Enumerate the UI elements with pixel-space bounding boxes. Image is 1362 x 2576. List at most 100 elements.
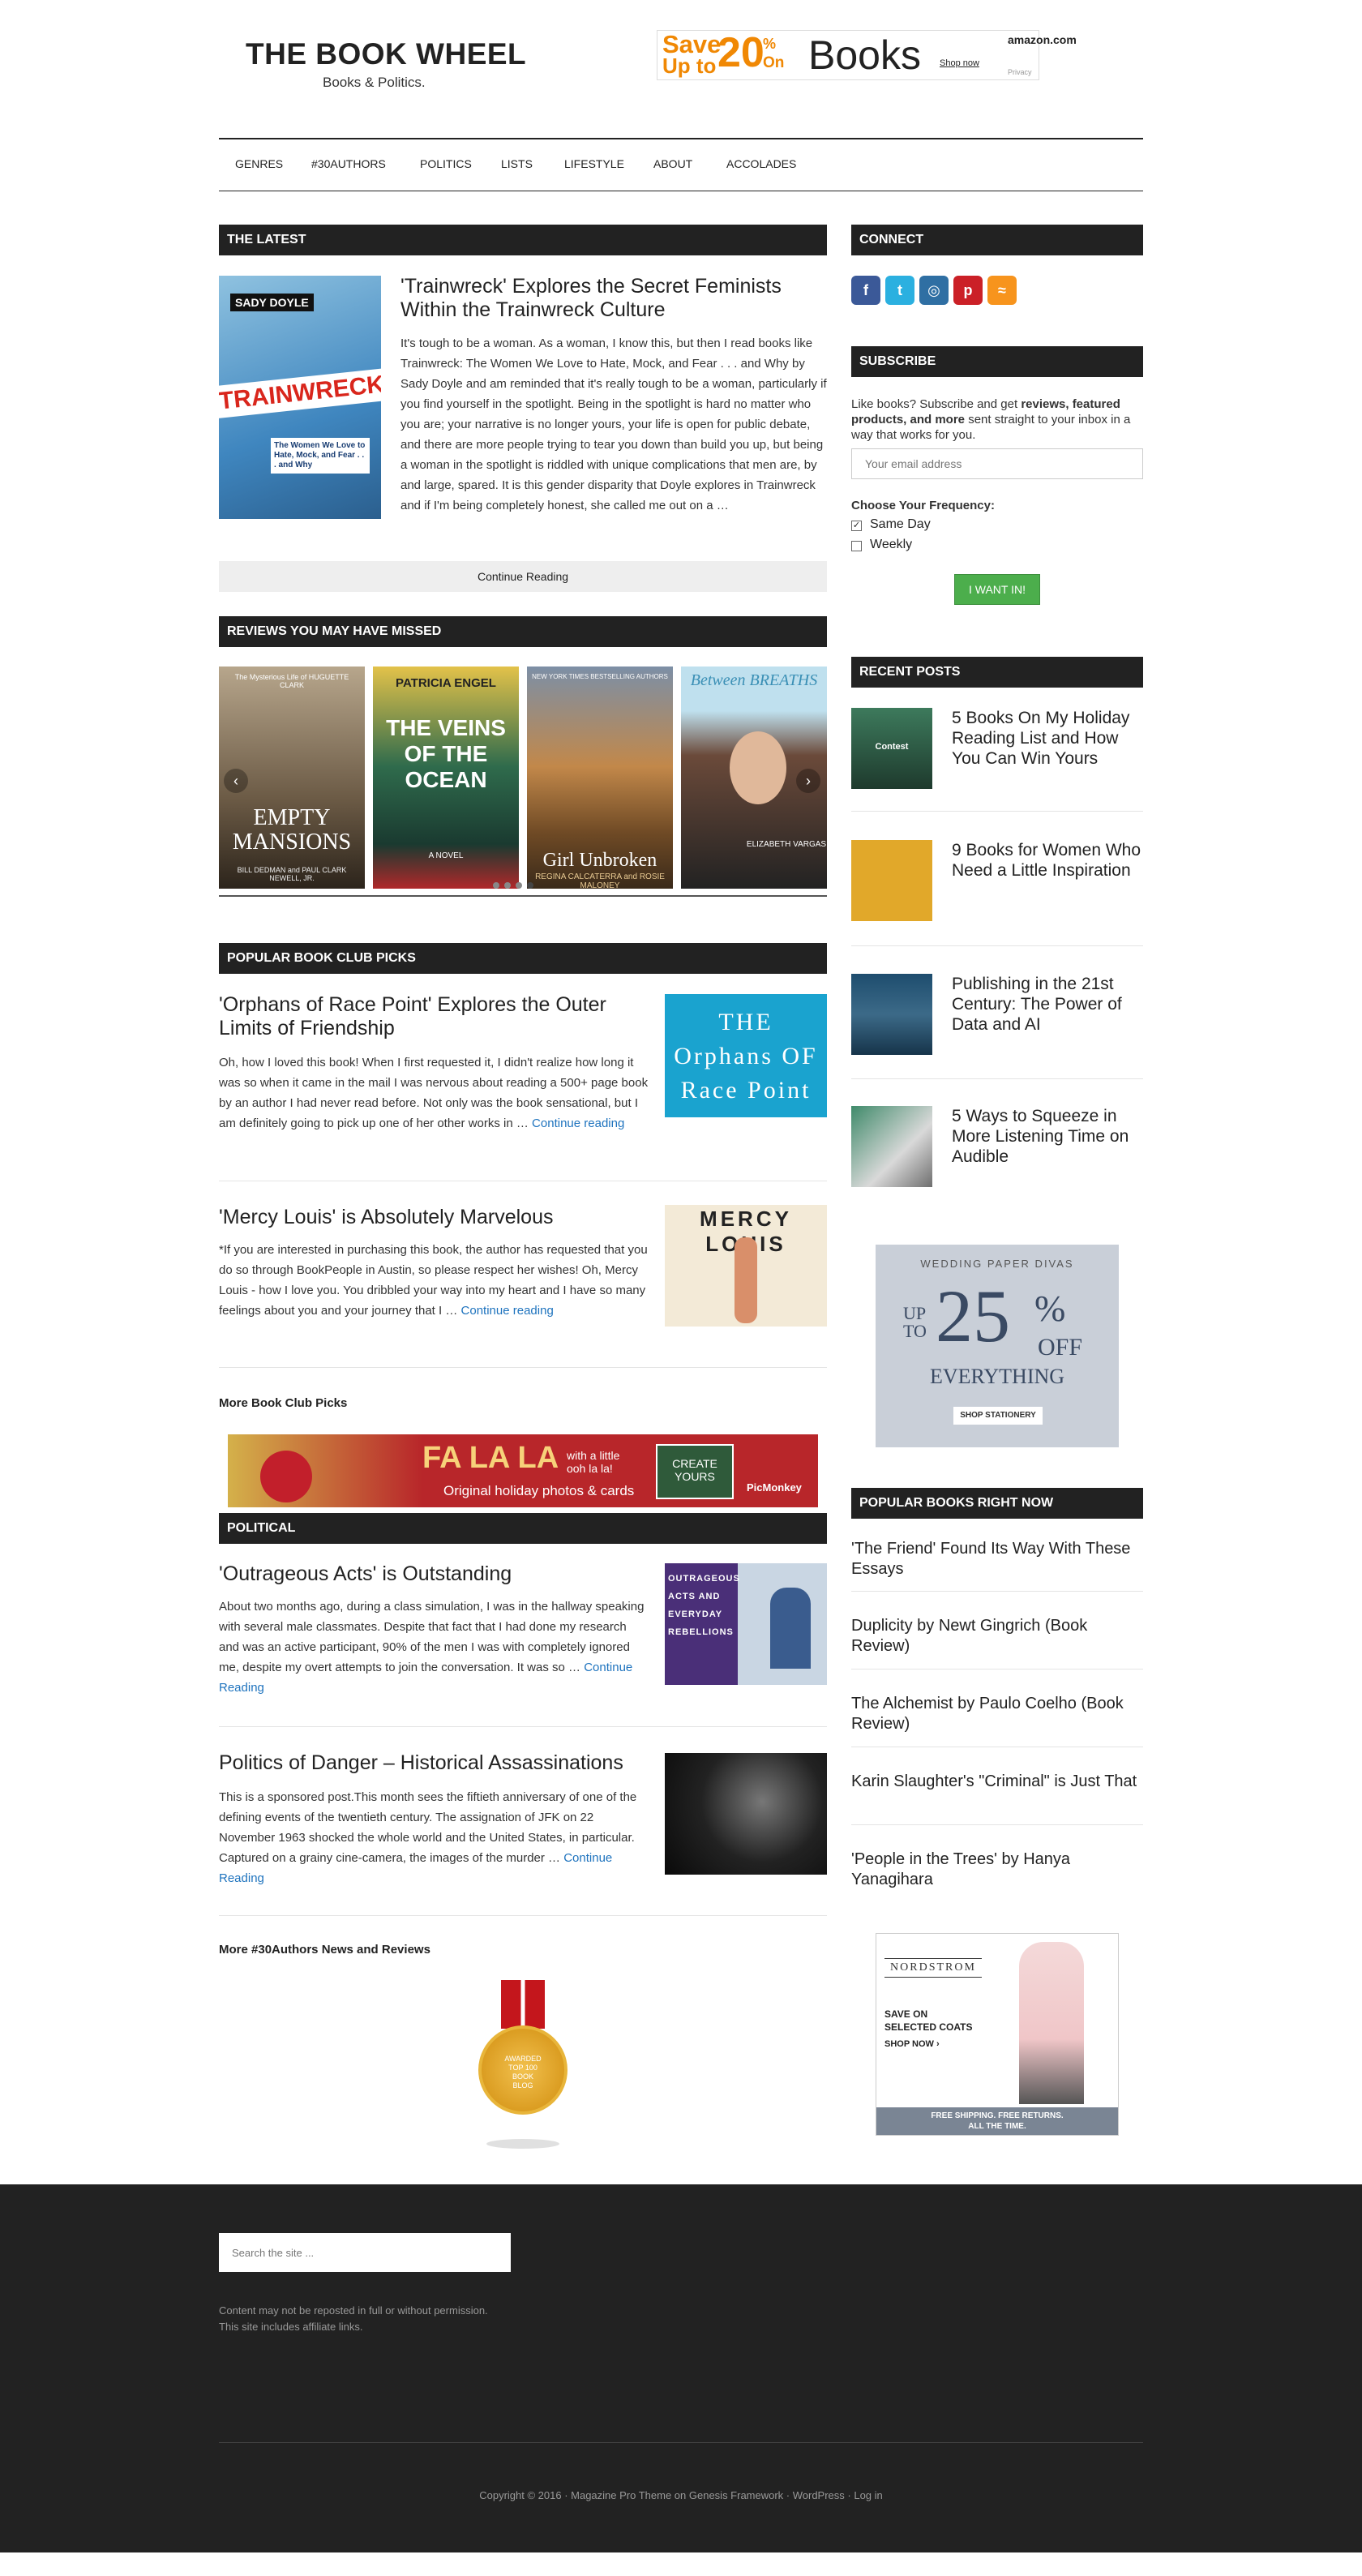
post-excerpt-mercy-louis: *If you are interested in purchasing thi… bbox=[219, 1240, 649, 1321]
email-input[interactable] bbox=[851, 448, 1143, 479]
sidebar-heading-subscribe: SUBSCRIBE bbox=[851, 346, 1143, 377]
continue-reading-button[interactable]: Continue Reading bbox=[219, 561, 827, 592]
popular-book-4[interactable]: Karin Slaughter's "Criminal" is Just Tha… bbox=[851, 1772, 1143, 1792]
recent-post-title-4[interactable]: 5 Ways to Squeeze in More Listening Time… bbox=[952, 1106, 1143, 1167]
medal-icon: AWARDED TOP 100 BOOK BLOG bbox=[478, 2025, 568, 2115]
subscribe-button[interactable]: I WANT IN! bbox=[954, 574, 1040, 605]
post-title-outrageous-acts[interactable]: 'Outrageous Acts' is Outstanding bbox=[219, 1562, 640, 1586]
book-authors: REGINA CALCATERRA and ROSIE MALONEY bbox=[535, 872, 665, 889]
ad-brand: PicMonkey bbox=[747, 1481, 802, 1494]
recent-post-title-3[interactable]: Publishing in the 21st Century: The Powe… bbox=[952, 974, 1143, 1035]
popular-book-1[interactable]: 'The Friend' Found Its Way With These Es… bbox=[851, 1539, 1143, 1579]
picmonkey-ad[interactable]: FA LA LA with a little ooh la la! Origin… bbox=[228, 1434, 818, 1507]
slider-next-arrow-icon[interactable]: › bbox=[796, 769, 820, 793]
slider-dot[interactable] bbox=[493, 882, 499, 889]
popular-book-2[interactable]: Duplicity by Newt Gingrich (Book Review) bbox=[851, 1616, 1143, 1657]
trainwreck-cover[interactable]: SADY DOYLE TRAINWRECK The Women We Love … bbox=[219, 276, 381, 519]
book-title: Girl Unbroken bbox=[542, 850, 657, 871]
more-30authors-link[interactable]: More #30Authors News and Reviews bbox=[219, 1943, 430, 1957]
thumb-label: Contest bbox=[875, 742, 909, 752]
recent-post-title-2[interactable]: 9 Books for Women Who Need a Little Insp… bbox=[952, 840, 1143, 881]
nav-genres[interactable]: GENRES bbox=[235, 157, 283, 170]
pinterest-icon[interactable]: p bbox=[953, 276, 983, 305]
mercy-louis-cover[interactable]: MERCY LOUIS bbox=[665, 1205, 827, 1327]
post-excerpt-outrageous-acts: About two months ago, during a class sim… bbox=[219, 1597, 649, 1698]
latest-post-excerpt: It's tough to be a woman. As a woman, I … bbox=[400, 336, 827, 512]
recent-post-title-1[interactable]: 5 Books On My Holiday Reading List and H… bbox=[952, 708, 1143, 769]
book-title: Between BREATHS bbox=[690, 671, 818, 689]
ad-create-button[interactable]: CREATE YOURS bbox=[656, 1444, 734, 1499]
post-title-politics-of-danger[interactable]: Politics of Danger – Historical Assassin… bbox=[219, 1751, 649, 1775]
top-100-book-blog-badge[interactable]: AWARDED TOP 100 BOOK BLOG bbox=[470, 1980, 576, 2158]
slider-prev-arrow-icon[interactable]: ‹ bbox=[224, 769, 248, 793]
book-authors: BILL DEDMAN and PAUL CLARK NEWELL, JR. bbox=[237, 866, 347, 882]
popular-book-5[interactable]: 'People in the Trees' by Hanya Yanagihar… bbox=[851, 1849, 1143, 1890]
divider bbox=[851, 1078, 1143, 1079]
weekly-checkbox[interactable] bbox=[851, 541, 862, 551]
cover-title: THE Orphans OF Race Point bbox=[674, 1009, 818, 1104]
footer-divider bbox=[219, 2442, 1143, 2443]
recent-post-thumb-3[interactable] bbox=[851, 974, 932, 1055]
slider-dot[interactable] bbox=[516, 882, 522, 889]
post-title-mercy-louis[interactable]: 'Mercy Louis' is Absolutely Marvelous bbox=[219, 1206, 640, 1229]
book-authors: ELIZABETH VARGAS bbox=[746, 840, 827, 849]
twitter-icon[interactable]: t bbox=[885, 276, 914, 305]
ad-books: Books bbox=[808, 32, 921, 78]
slide-book-girl-unbroken[interactable]: NEW YORK TIMES BESTSELLING AUTHORS Girl … bbox=[527, 667, 673, 889]
subscribe-intro: Like books? Subscribe and get reviews, f… bbox=[851, 396, 1143, 443]
outrageous-acts-cover[interactable]: OUTRAGEOUS ACTS AND EVERYDAY REBELLIONS bbox=[665, 1563, 827, 1685]
wedding-paper-divas-ad[interactable]: WEDDING PAPER DIVAS UP TO 25 % OFF EVERY… bbox=[876, 1245, 1119, 1447]
ad-shop-now-link[interactable]: Shop now bbox=[940, 58, 979, 68]
more-book-club-picks-link[interactable]: More Book Club Picks bbox=[219, 1396, 347, 1410]
slider-dot-active[interactable] bbox=[527, 882, 533, 889]
model-image bbox=[1019, 1942, 1084, 2104]
latest-post-title[interactable]: 'Trainwreck' Explores the Secret Feminis… bbox=[400, 275, 827, 322]
rss-icon[interactable]: ≈ bbox=[987, 276, 1017, 305]
book-authors: A NOVEL bbox=[428, 851, 464, 860]
nav-politics[interactable]: POLITICS bbox=[420, 157, 472, 170]
nav-lists[interactable]: LISTS bbox=[501, 157, 533, 170]
nordstrom-ad[interactable]: NORDSTROM SAVE ON SELECTED COATS SHOP NO… bbox=[876, 1933, 1119, 2136]
slide-book-veins-of-the-ocean[interactable]: PATRICIA ENGEL THE VEINS OF THE OCEAN A … bbox=[373, 667, 519, 889]
footer-copyright[interactable]: Copyright © 2016 · Magazine Pro Theme on… bbox=[219, 2489, 1143, 2501]
ad-privacy-link[interactable]: Privacy bbox=[1008, 68, 1032, 76]
same-day-label: Same Day bbox=[870, 517, 931, 531]
reviews-slider: The Mysterious Life of HUGUETTE CLARK EM… bbox=[219, 667, 827, 897]
sidebar-heading-recent: RECENT POSTS bbox=[851, 657, 1143, 688]
site-tagline: Books & Politics. bbox=[323, 75, 426, 90]
ad-everything: EVERYTHING bbox=[929, 1365, 1065, 1388]
cover-title: TRAINWRECK bbox=[219, 367, 381, 419]
recent-post-thumb-4[interactable] bbox=[851, 1106, 932, 1187]
amazon-ad-banner[interactable]: Save Up to 20 % On Books amazon.com Shop… bbox=[657, 30, 1077, 80]
slider-dot[interactable] bbox=[504, 882, 511, 889]
nav-about[interactable]: ABOUT bbox=[653, 157, 692, 170]
ad-footer-band: FREE SHIPPING. FREE RETURNS. ALL THE TIM… bbox=[876, 2107, 1118, 2135]
nav-accolades[interactable]: ACCOLADES bbox=[726, 157, 796, 170]
same-day-checkbox[interactable]: ✓ bbox=[851, 521, 862, 531]
facebook-icon[interactable]: f bbox=[851, 276, 880, 305]
ad-line: SELECTED COATS bbox=[884, 2021, 973, 2033]
site-title[interactable]: THE BOOK WHEEL bbox=[246, 37, 526, 71]
ad-upto-text: Up to bbox=[662, 54, 717, 78]
section-heading-latest: THE LATEST bbox=[219, 225, 827, 255]
continue-reading-link[interactable]: Continue reading bbox=[532, 1117, 624, 1130]
popular-book-3[interactable]: The Alchemist by Paulo Coelho (Book Revi… bbox=[851, 1694, 1143, 1734]
orphans-cover[interactable]: THE Orphans OF Race Point bbox=[665, 994, 827, 1117]
footer-search-input[interactable] bbox=[219, 2233, 511, 2272]
nav-lifestyle[interactable]: LIFESTYLE bbox=[564, 157, 624, 170]
recent-post-thumb-1[interactable]: Contest bbox=[851, 708, 932, 789]
nav-30authors[interactable]: #30AUTHORS bbox=[311, 157, 386, 170]
cover-author: SADY DOYLE bbox=[230, 294, 314, 311]
ad-shop-button[interactable]: SHOP STATIONERY bbox=[953, 1407, 1043, 1425]
ad-brand: WEDDING PAPER DIVAS bbox=[920, 1258, 1074, 1270]
ad-save-text: Save bbox=[662, 30, 722, 58]
section-heading-reviews: REVIEWS YOU MAY HAVE MISSED bbox=[219, 616, 827, 647]
post-title-orphans[interactable]: 'Orphans of Race Point' Explores the Out… bbox=[219, 993, 640, 1040]
instagram-icon[interactable]: ◎ bbox=[919, 276, 949, 305]
badge-line: TOP 100 bbox=[508, 2064, 538, 2072]
assassinations-thumbnail[interactable] bbox=[665, 1753, 827, 1875]
ad-shop-now[interactable]: SHOP NOW › bbox=[884, 2039, 940, 2049]
cover-subtitle: The Women We Love to Hate, Mock, and Fea… bbox=[271, 438, 370, 474]
continue-reading-link[interactable]: Continue reading bbox=[461, 1304, 554, 1318]
recent-post-thumb-2[interactable] bbox=[851, 840, 932, 921]
